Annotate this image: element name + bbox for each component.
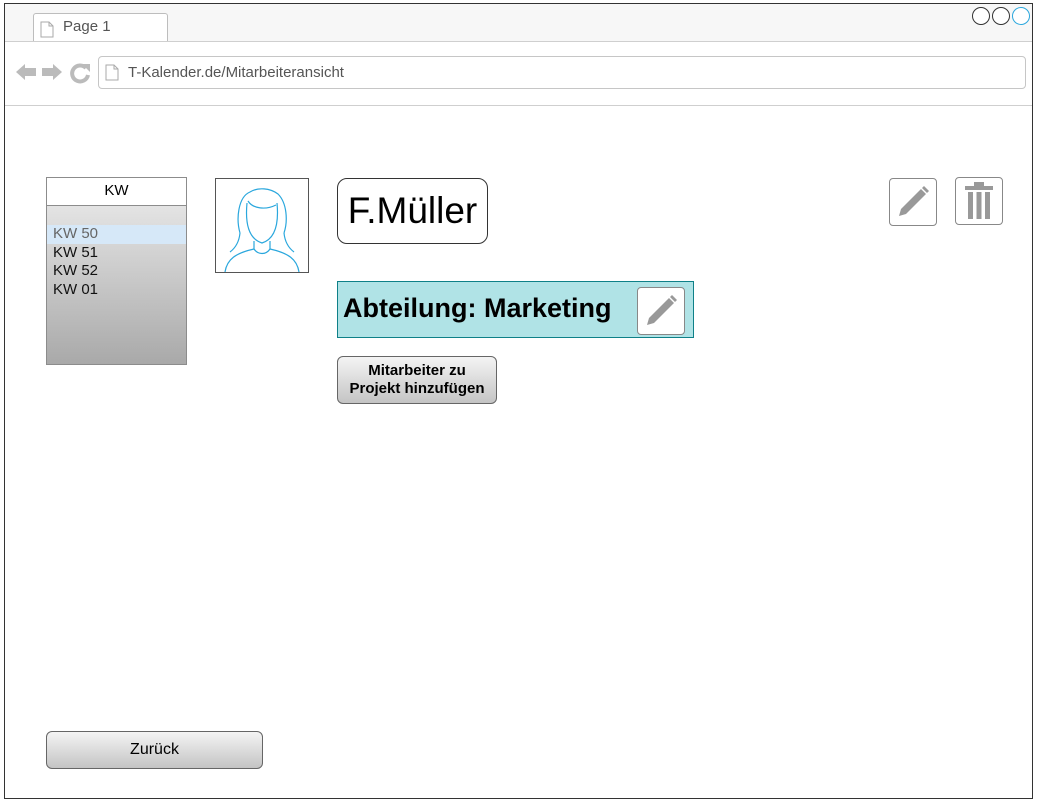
avatar	[215, 178, 309, 273]
delete-employee-button[interactable]	[955, 177, 1003, 225]
kw-item[interactable]: KW 01	[47, 281, 186, 300]
page-icon	[40, 21, 54, 38]
kw-item[interactable]: KW 51	[47, 244, 186, 263]
department-label: Abteilung: Marketing	[343, 293, 612, 323]
minimize-button[interactable]	[972, 7, 990, 25]
back-button[interactable]: Zurück	[46, 731, 263, 769]
tab-page-1[interactable]: Page 1	[33, 13, 168, 43]
kw-list-header: KW	[47, 178, 186, 206]
url-text: T-Kalender.de/Mitarbeiteransicht	[128, 64, 344, 81]
browser-window: Page 1 T-Kalender.de/Mitarbeiteransicht	[4, 3, 1033, 799]
employee-name: F.Müller	[337, 178, 488, 244]
calendar-week-list[interactable]: KW KW 50 KW 51 KW 52 KW 01	[46, 177, 187, 365]
department-box: Abteilung: Marketing	[337, 281, 694, 338]
reload-icon[interactable]	[69, 62, 91, 84]
page-icon	[105, 64, 119, 81]
close-button[interactable]	[1012, 7, 1030, 25]
url-bar[interactable]: T-Kalender.de/Mitarbeiteransicht	[98, 56, 1026, 89]
window-controls	[972, 7, 1030, 25]
pencil-icon	[899, 186, 929, 216]
back-arrow-icon[interactable]	[15, 62, 37, 82]
edit-employee-button[interactable]	[889, 178, 937, 226]
tab-label: Page 1	[63, 18, 111, 35]
trash-icon	[965, 182, 993, 219]
edit-department-button[interactable]	[637, 287, 685, 335]
pencil-icon	[647, 295, 677, 325]
forward-arrow-icon[interactable]	[41, 62, 63, 82]
maximize-button[interactable]	[992, 7, 1010, 25]
kw-item[interactable]: KW 52	[47, 262, 186, 281]
browser-toolbar: T-Kalender.de/Mitarbeiteransicht	[5, 41, 1032, 106]
kw-item[interactable]: KW 50	[47, 225, 186, 244]
add-to-project-button[interactable]: Mitarbeiter zu Projekt hinzufügen	[337, 356, 497, 404]
kw-items: KW 50 KW 51 KW 52 KW 01	[47, 225, 186, 299]
user-female-icon	[224, 188, 300, 273]
tab-strip: Page 1	[5, 4, 1032, 43]
